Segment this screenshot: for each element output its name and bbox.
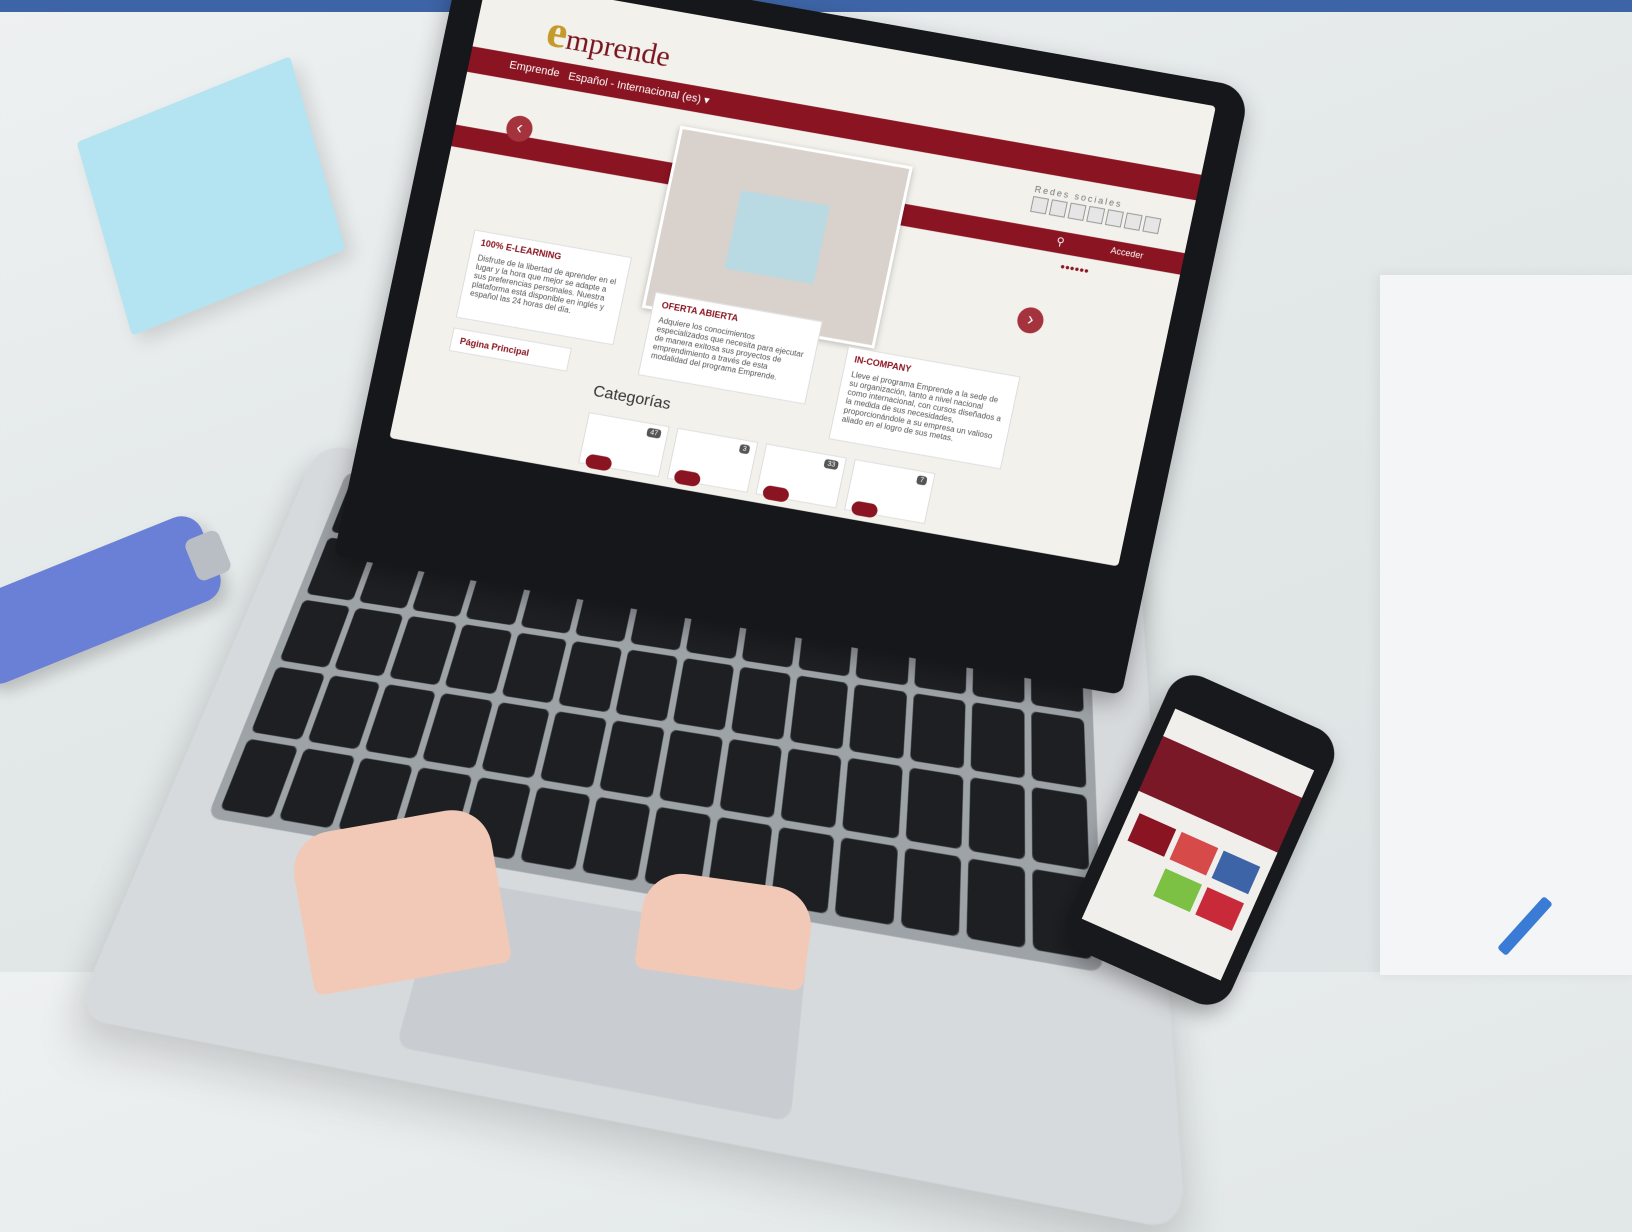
keyboard-key <box>905 767 963 849</box>
twitter-icon[interactable] <box>1049 199 1068 217</box>
keyboard-key <box>599 720 665 798</box>
card-elearning: 100% E-LEARNING Disfrute de la libertad … <box>456 229 632 345</box>
category-count: 7 <box>916 475 928 486</box>
youtube-icon[interactable] <box>1105 209 1124 227</box>
phone-tile <box>1170 832 1219 876</box>
google-plus-icon[interactable] <box>1030 196 1049 214</box>
category-count: 33 <box>824 459 839 470</box>
keyboard-key <box>968 777 1024 860</box>
keyboard-key <box>835 837 897 925</box>
social-networks: Redes sociales <box>1030 184 1164 234</box>
instagram-icon[interactable] <box>1124 212 1143 230</box>
category-pill <box>850 500 879 518</box>
card-in-company: IN-COMPANY Lleve el programa Emprende a … <box>828 346 1020 469</box>
keyboard-key <box>731 667 791 741</box>
category-count: 47 <box>646 428 661 439</box>
category-pill <box>673 469 702 487</box>
phone-tile <box>1153 868 1202 912</box>
keyboard-key <box>910 693 966 769</box>
facebook-icon[interactable] <box>1067 203 1086 221</box>
login-link[interactable]: Acceder <box>1110 245 1145 261</box>
keyboard-key <box>1032 787 1089 871</box>
keyboard-key <box>520 787 591 871</box>
left-hand <box>288 804 513 996</box>
nav-home-link[interactable]: Emprende <box>508 59 560 80</box>
keyboard-key <box>558 641 622 713</box>
keyboard-key <box>673 658 735 731</box>
keyboard-key <box>615 649 678 721</box>
carousel-dots[interactable]: ●●●●●● <box>1059 262 1089 276</box>
main-page-link[interactable]: Página Principal <box>459 336 562 363</box>
stapler <box>0 510 227 691</box>
keyboard-key <box>720 739 783 819</box>
keyboard-key <box>970 702 1024 779</box>
keyboard-key <box>966 858 1025 948</box>
keyboard-key <box>781 748 842 828</box>
phone-tile <box>1128 813 1177 857</box>
pinterest-icon[interactable] <box>1142 216 1161 234</box>
phone-tile <box>1195 887 1244 931</box>
meeting-table <box>725 190 830 284</box>
keyboard-key <box>581 797 650 882</box>
keyboard-key <box>1031 711 1086 788</box>
category-count: 3 <box>739 444 751 455</box>
category-pill <box>584 453 613 471</box>
keyboard-key <box>422 693 492 769</box>
linkedin-icon[interactable] <box>1086 206 1105 224</box>
category-tile[interactable]: 33 <box>755 443 847 508</box>
keyboard-key <box>445 624 512 694</box>
keyboard-key <box>501 632 567 703</box>
paper-sheet <box>1380 275 1632 975</box>
keyboard-key <box>900 848 960 937</box>
keyboard-key <box>790 675 849 749</box>
category-tile[interactable]: 7 <box>844 459 936 524</box>
top-banner-bar <box>0 0 1632 12</box>
phone-tile <box>1212 851 1261 895</box>
category-pill <box>762 485 791 503</box>
keyboard-key <box>481 702 550 779</box>
language-menu[interactable]: Español - Internacional (es) ▾ <box>567 70 711 108</box>
keyboard-key <box>659 729 723 808</box>
category-tile[interactable]: 3 <box>667 428 759 493</box>
sticky-note-pad <box>77 56 346 335</box>
keyboard-key <box>539 711 606 788</box>
keyboard-key <box>843 758 903 839</box>
laptop-screen: emprende Emprende Español - Internaciona… <box>389 0 1216 566</box>
categories-heading: Categorías <box>591 383 672 414</box>
category-tile[interactable]: 47 <box>578 412 670 477</box>
keyboard-key <box>850 684 907 759</box>
chevron-right-icon[interactable]: › <box>1015 305 1046 335</box>
search-icon[interactable]: ⚲ <box>1055 235 1066 249</box>
stapler-jaw <box>183 528 233 582</box>
